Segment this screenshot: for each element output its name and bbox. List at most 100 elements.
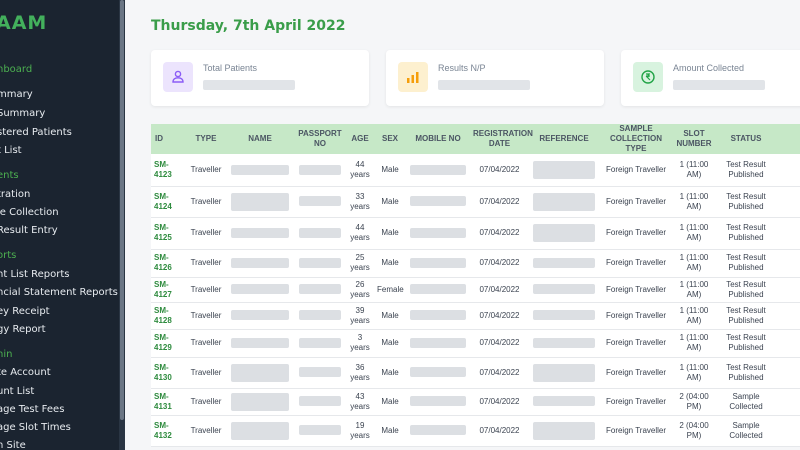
patient-id-link[interactable]: SM-4129: [151, 329, 187, 357]
redacted-value: [533, 363, 595, 382]
column-header: PASSPORT NO: [298, 129, 342, 148]
redacted-value: [231, 164, 289, 175]
column-header: SLOT NUMBER: [676, 129, 712, 148]
patient-id-link[interactable]: SM-4126: [151, 249, 187, 277]
sidebar-scroll-thumb[interactable]: [120, 0, 124, 420]
sidebar-item[interactable]: nt List Reports: [0, 269, 69, 280]
mobile-no: [405, 388, 471, 415]
row-action-overflow[interactable]: [776, 415, 800, 446]
sample-collection-type: Foreign Traveller: [605, 338, 667, 347]
redacted-value: [299, 227, 341, 238]
redacted-value: [231, 392, 289, 411]
registration-date: 07/04/2022: [479, 228, 520, 237]
slot-number: 2 (04:00 PM): [679, 391, 709, 411]
reference: [528, 277, 600, 302]
patient-name: [225, 388, 295, 415]
redacted-value: [231, 227, 289, 238]
row-action-overflow[interactable]: [776, 186, 800, 217]
sidebar-item[interactable]: Result Entry: [0, 225, 58, 236]
table-row[interactable]: SM-4125 Traveller 44 years Male 07/04/2022 Fo…: [151, 217, 800, 249]
sidebar-item[interactable]: hboard: [0, 64, 32, 75]
sidebar-item[interactable]: te Account: [0, 367, 51, 378]
sidebar-item[interactable]: stered Patients: [0, 127, 72, 138]
reference: [528, 186, 600, 217]
column-header-overflow: [776, 124, 800, 154]
column-header: MOBILE NO: [415, 134, 461, 143]
patient-type: Traveller: [190, 367, 222, 377]
sample-collection-type: Foreign Traveller: [605, 196, 667, 206]
patient-type: Traveller: [190, 338, 222, 347]
sidebar-item[interactable]: ncial Statement Reports: [0, 287, 118, 298]
patient-id-link[interactable]: SM-4127: [151, 277, 187, 302]
table-row[interactable]: SM-4129 Traveller 3 years Male 07/04/2022 For…: [151, 329, 800, 357]
column-header: SEX: [381, 134, 398, 143]
passport-no: [295, 154, 345, 186]
row-action-overflow[interactable]: [776, 249, 800, 277]
table-row[interactable]: SM-4123 Traveller 44 years Male 07/04/2022 Fo…: [151, 154, 800, 186]
column-header: REFERENCE: [539, 134, 589, 143]
table-row[interactable]: SM-4132 Traveller 19 years Male 07/04/2022 Fo…: [151, 415, 800, 446]
patient-age: 19 years: [350, 420, 370, 440]
patient-id-link[interactable]: SM-4123: [151, 154, 187, 186]
sidebar-item[interactable]: gy Report: [0, 324, 46, 335]
mobile-no: [405, 186, 471, 217]
sidebar-item[interactable]: ey Receipt: [0, 306, 50, 317]
sidebar-item[interactable]: tration: [0, 189, 30, 200]
sample-collection-type: Foreign Traveller: [605, 310, 667, 320]
redacted-value: [410, 337, 466, 348]
reference: [528, 357, 600, 388]
sample-collection-type: Foreign Traveller: [605, 228, 667, 237]
row-action-overflow[interactable]: [776, 217, 800, 249]
mobile-no: [405, 249, 471, 277]
sidebar-item[interactable]: unt List: [0, 386, 34, 397]
patient-id-link[interactable]: SM-4128: [151, 302, 187, 329]
sidebar-item[interactable]: age Slot Times: [0, 422, 71, 433]
sample-collection-type: Foreign Traveller: [605, 396, 667, 406]
row-action-overflow[interactable]: [776, 357, 800, 388]
patient-id-link[interactable]: SM-4124: [151, 186, 187, 217]
patient-id-link[interactable]: SM-4130: [151, 357, 187, 388]
patient-age: 43 years: [350, 391, 370, 411]
patient-age: 44 years: [350, 159, 370, 179]
row-action-overflow[interactable]: [776, 154, 800, 186]
sidebar-item[interactable]: orts: [0, 250, 16, 261]
sidebar-item[interactable]: age Test Fees: [0, 404, 64, 415]
passport-no: [295, 217, 345, 249]
table-row[interactable]: SM-4124 Traveller 33 years Male 07/04/2022 Fo…: [151, 186, 800, 217]
sidebar-item[interactable]: ents: [0, 170, 19, 181]
passport-no: [295, 415, 345, 446]
table-row[interactable]: SM-4130 Traveller 36 years Male 07/04/2022 Fo…: [151, 357, 800, 388]
column-header: TYPE: [195, 134, 217, 143]
patient-id-link[interactable]: SM-4131: [151, 388, 187, 415]
registration-date: 07/04/2022: [479, 338, 520, 347]
sidebar-item[interactable]: n Site: [0, 440, 26, 450]
card-label: Amount Collected: [673, 63, 745, 73]
redacted-value: [533, 284, 595, 295]
patient-name: [225, 357, 295, 388]
status: Sample Collected: [729, 391, 763, 411]
sidebar-item[interactable]: t List: [0, 145, 22, 156]
row-action-overflow[interactable]: [776, 388, 800, 415]
reference: [528, 217, 600, 249]
row-action-overflow[interactable]: [776, 277, 800, 302]
card-value-redacted: [438, 80, 530, 90]
table-row[interactable]: SM-4128 Traveller 39 years Male 07/04/2022 Fo…: [151, 302, 800, 329]
card-results-np: Results N/P: [386, 50, 604, 106]
registration-date: 07/04/2022: [479, 425, 520, 435]
table-row[interactable]: SM-4126 Traveller 25 years Male 07/04/2022 Fo…: [151, 249, 800, 277]
passport-no: [295, 277, 345, 302]
patient-id-link[interactable]: SM-4132: [151, 415, 187, 446]
row-action-overflow[interactable]: [776, 329, 800, 357]
slot-number: 1 (11:00 AM): [679, 253, 709, 272]
card-label: Total Patients: [203, 63, 258, 73]
sidebar-item[interactable]: le Collection: [0, 207, 59, 218]
sidebar-item[interactable]: mmary: [0, 89, 33, 100]
table-row[interactable]: SM-4127 Traveller 26 years Female 07/04/2022…: [151, 277, 800, 302]
redacted-value: [231, 337, 289, 348]
sidebar-item[interactable]: nin: [0, 349, 12, 360]
table-row[interactable]: SM-4131 Traveller 43 years Male 07/04/2022 Fo…: [151, 388, 800, 415]
sidebar-item[interactable]: Summary: [0, 108, 45, 119]
row-action-overflow[interactable]: [776, 302, 800, 329]
patient-age: 44 years: [350, 223, 370, 242]
patient-id-link[interactable]: SM-4125: [151, 217, 187, 249]
